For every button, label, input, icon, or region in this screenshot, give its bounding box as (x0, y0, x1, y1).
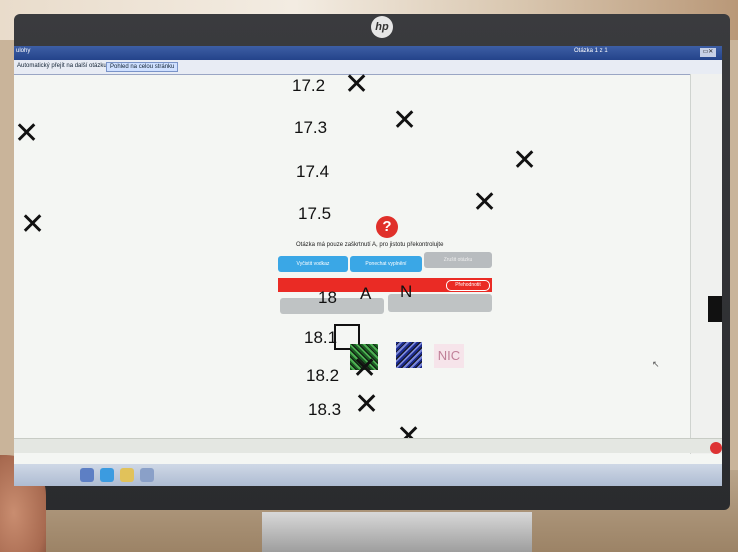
question-label: 17.2 (292, 76, 326, 95)
tab-full-page[interactable]: Pohled na celou stránku (106, 62, 179, 72)
window-controls[interactable]: ▭✕ (700, 48, 716, 57)
tab-auto-next[interactable]: Automatický přejít na další otázku (14, 62, 110, 70)
reevaluate-button[interactable]: Přehodnotit (446, 280, 490, 291)
mouse-cursor: ↖ (652, 359, 660, 369)
window-titlebar: ulohy Otázka 1 z 1 ▭✕ (14, 46, 722, 60)
cross-mark: ✕ (14, 116, 40, 151)
clear-button[interactable]: Vyčistit vodkaz (278, 256, 348, 272)
question-label: 18.3 (308, 400, 342, 419)
monitor-screen: ulohy Otázka 1 z 1 ▭✕ Automatický přejít… (14, 46, 722, 486)
app-icon[interactable] (140, 468, 154, 482)
browser-icon[interactable] (100, 468, 114, 482)
hp-logo: hp (371, 16, 393, 38)
side-panel-handle[interactable] (708, 296, 722, 322)
cross-mark: ✕ (352, 351, 378, 386)
dialog-message: Otázka má pouze zaškrtnutí A, pro jistot… (296, 242, 444, 248)
question-label: 18.2 (306, 366, 340, 385)
question-label: 18 (318, 288, 337, 307)
question-label: 18.1 (304, 328, 338, 347)
scanned-form: 17.2 ✕ ✕ 17.3 ✕ 17.4 ✕ 17.5 ✕ ✕ ? Otázka… (14, 70, 694, 456)
horizontal-scrollbar[interactable] (14, 438, 722, 453)
monitor-stand (262, 512, 532, 552)
question-circle-icon: ? (376, 216, 398, 238)
cancel-question-button[interactable]: Zrušit otázku (424, 252, 492, 268)
cross-mark: ✕ (392, 103, 418, 138)
close-icon[interactable] (710, 442, 722, 454)
cross-mark: ✕ (20, 207, 46, 242)
column-label-n: N (400, 282, 413, 301)
question-label: 17.5 (298, 204, 332, 223)
answer-box-filled[interactable] (396, 342, 422, 368)
taskbar (14, 464, 722, 486)
folder-icon[interactable] (120, 468, 134, 482)
search-icon[interactable] (80, 468, 94, 482)
question-counter: Otázka 1 z 1 (574, 48, 608, 54)
keep-button[interactable]: Ponechat vyplnění (350, 256, 422, 272)
cross-mark: ✕ (344, 67, 370, 102)
cross-mark: ✕ (472, 185, 498, 220)
column-label-a: A (360, 284, 372, 303)
cross-mark: ✕ (354, 387, 380, 422)
question-label: 17.4 (296, 162, 330, 181)
question-label: 17.3 (294, 118, 328, 137)
window-title: ulohy (16, 48, 31, 54)
cross-mark: ✕ (512, 143, 538, 178)
side-panel (690, 74, 722, 454)
nic-option[interactable]: NIC (434, 344, 464, 368)
